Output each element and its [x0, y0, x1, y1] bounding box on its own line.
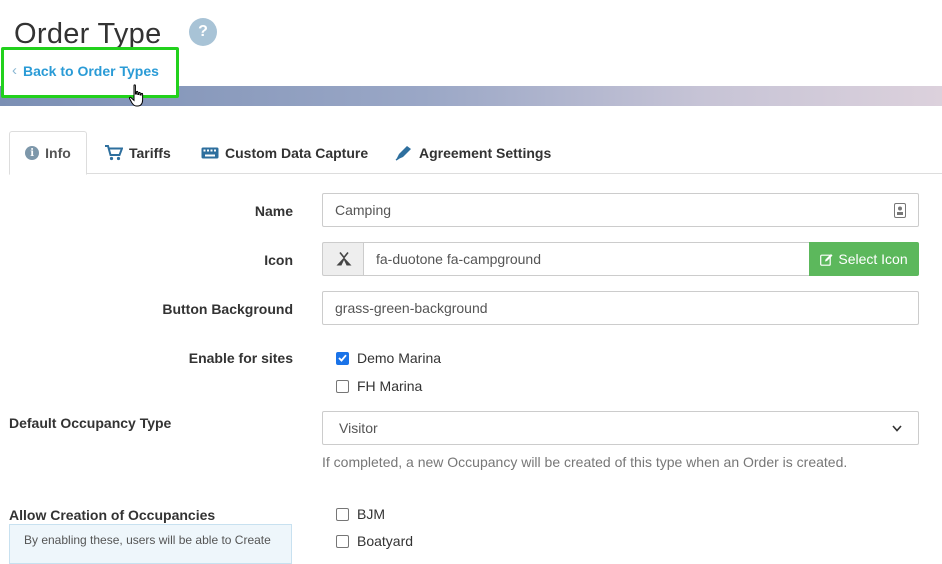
occupancy-option-label: BJM [357, 506, 385, 522]
occupancy-help-text: If completed, a new Occupancy will be cr… [322, 454, 848, 470]
allow-creation-label: Allow Creation of Occupancies [9, 507, 216, 523]
button-background-value: grass-green-background [335, 300, 488, 316]
icon-class-value: fa-duotone fa-campground [376, 251, 541, 267]
icon-preview [322, 242, 364, 276]
info-box-text: By enabling these, users will be able to… [24, 533, 271, 547]
occupancy-option-label: Boatyard [357, 533, 414, 549]
site-option-demo-marina[interactable]: Demo Marina [336, 350, 441, 366]
select-icon-button[interactable]: Select Icon [809, 242, 919, 276]
name-value: Camping [335, 202, 392, 218]
enable-for-sites-label: Enable for sites [188, 350, 293, 366]
back-link-label: Back to Order Types [23, 62, 159, 79]
tab-agreement-settings[interactable]: Agreement Settings [389, 131, 557, 174]
site-option-label: FH Marina [357, 378, 423, 394]
name-label: Name [254, 203, 293, 219]
pen-nib-icon [395, 145, 411, 161]
campground-icon [336, 252, 351, 266]
checkbox-unchecked[interactable] [336, 507, 349, 521]
site-option-label: Demo Marina [357, 350, 442, 366]
occupancy-option-boatyard[interactable]: Boatyard [336, 533, 413, 549]
info-circle-icon: i [25, 146, 40, 160]
checkbox-unchecked[interactable] [336, 379, 349, 393]
icon-label: Icon [264, 252, 293, 268]
default-occupancy-type-select[interactable]: Visitor [322, 411, 919, 445]
tab-bar: i Info Tariffs Custom Data Capture Agree… [9, 131, 942, 175]
page-title: Order Type [14, 17, 162, 50]
checkbox-checked[interactable] [336, 351, 349, 365]
tab-tariffs[interactable]: Tariffs [99, 131, 177, 174]
allow-creation-info-box: By enabling these, users will be able to… [9, 524, 292, 564]
site-option-fh-marina[interactable]: FH Marina [336, 378, 422, 394]
select-value: Visitor [339, 420, 378, 436]
check-icon [338, 354, 347, 362]
icon-class-input[interactable]: fa-duotone fa-campground [363, 242, 810, 276]
occupancy-option-bjm[interactable]: BJM [336, 506, 385, 522]
edit-icon [820, 253, 833, 266]
contact-card-icon [894, 202, 906, 218]
button-background-input[interactable]: grass-green-background [322, 291, 919, 325]
name-input[interactable]: Camping [322, 193, 919, 227]
help-icon[interactable]: ? [189, 18, 217, 46]
back-to-order-types-link[interactable]: ‹ Back to Order Types [12, 62, 159, 79]
hand-pointer-icon [128, 84, 144, 107]
button-background-label: Button Background [162, 301, 293, 317]
tab-info[interactable]: i Info [9, 131, 87, 175]
tab-label: Agreement Settings [419, 144, 552, 161]
tab-custom-data-capture[interactable]: Custom Data Capture [195, 131, 374, 174]
default-occupancy-type-label: Default Occupancy Type [9, 415, 172, 431]
tab-label: Tariffs [129, 144, 171, 161]
chevron-left-icon: ‹ [12, 62, 17, 79]
shopping-cart-icon [105, 144, 123, 160]
tab-label: Info [45, 145, 71, 161]
keyboard-icon [201, 147, 219, 158]
tab-label: Custom Data Capture [225, 144, 369, 161]
chevron-down-icon [892, 424, 902, 432]
checkbox-unchecked[interactable] [336, 534, 349, 548]
select-icon-label: Select Icon [838, 251, 908, 267]
